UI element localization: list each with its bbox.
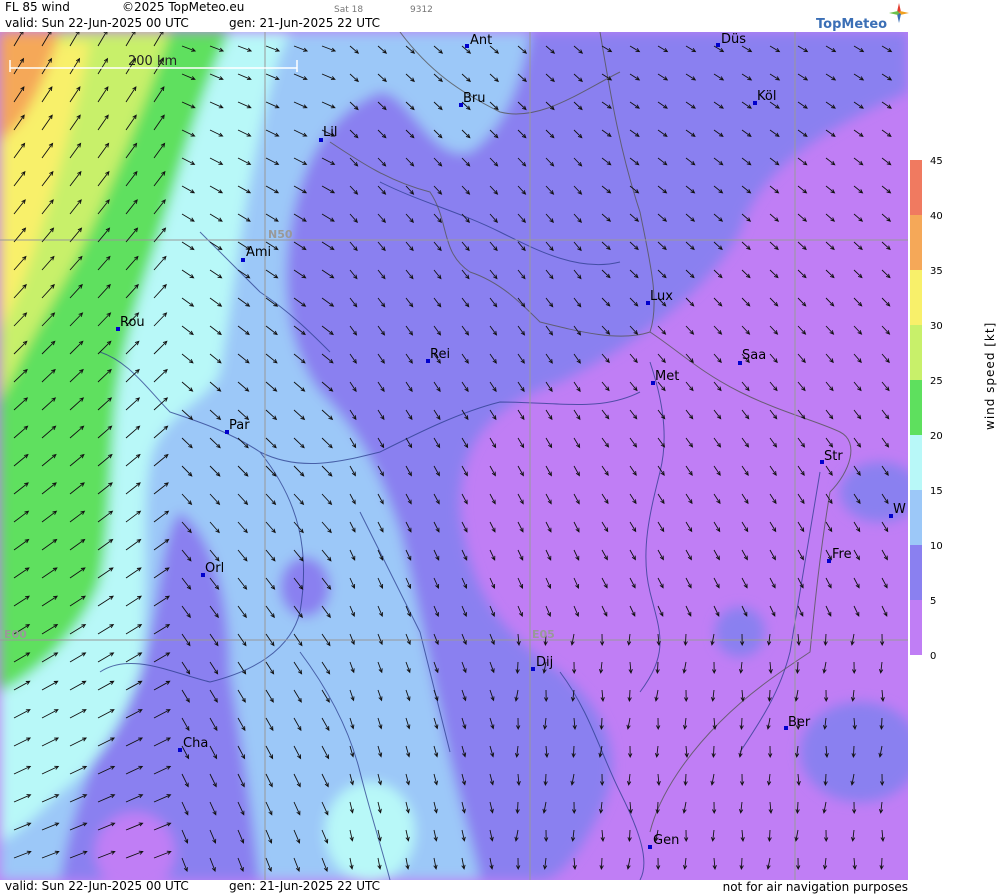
wind-speed-legend: 45 40 35 30 25 20 15 10 5 0 [910, 156, 943, 662]
legend-swatch [910, 545, 922, 600]
svg-text:Lil: Lil [323, 125, 337, 140]
legend-tick-label: 20 [930, 431, 943, 442]
zone-purple-jura [715, 607, 765, 657]
legend-swatch [910, 490, 922, 545]
brand-name: TopMeteo [816, 17, 888, 32]
legend-tick-label: 15 [930, 486, 943, 497]
svg-text:Dij: Dij [536, 655, 553, 670]
legend-tick-label: 10 [930, 541, 943, 552]
wind-field-svg: 200 km N50 E00 E05 Ant Düs Bru Köl Lil A… [0, 32, 908, 880]
map-title: FL 85 wind [5, 0, 70, 14]
zone-cyan-south [325, 782, 415, 880]
city-str[interactable]: Str [820, 449, 843, 464]
city-lux[interactable]: Lux [646, 289, 673, 305]
svg-text:Cha: Cha [183, 736, 208, 751]
svg-text:Orl: Orl [205, 561, 224, 576]
city-dus[interactable]: Düs [716, 32, 746, 47]
city-ami[interactable]: Ami [241, 245, 271, 262]
legend-tick-label: 5 [930, 596, 936, 607]
city-ber[interactable]: Ber [784, 715, 811, 730]
city-gen[interactable]: Gen [648, 833, 679, 849]
city-par[interactable]: Par [225, 418, 250, 434]
svg-text:Met: Met [655, 369, 679, 384]
lon-label-e05: E05 [532, 628, 555, 641]
legend-swatch [910, 600, 922, 655]
svg-text:Gen: Gen [653, 833, 679, 848]
zone-purple-loire [280, 557, 330, 617]
generated-time: gen: 21-Jun-2025 22 UTC [229, 16, 381, 30]
legend-title: wind speed [kt] [983, 321, 997, 430]
svg-text:Rou: Rou [120, 315, 145, 330]
svg-text:Saa: Saa [742, 348, 766, 363]
svg-text:Lux: Lux [650, 289, 673, 304]
disclaimer: not for air navigation purposes [722, 880, 908, 894]
svg-text:Rei: Rei [430, 347, 450, 362]
legend-tick-label: 25 [930, 376, 943, 387]
svg-text:Par: Par [229, 418, 250, 433]
svg-text:Str: Str [824, 449, 843, 464]
legend-swatch [910, 215, 922, 270]
scale-bar-label: 200 km [128, 54, 177, 69]
footer-valid-time: valid: Sun 22-Jun-2025 00 UTC [5, 879, 189, 893]
svg-text:Ami: Ami [246, 245, 271, 260]
city-rei[interactable]: Rei [426, 347, 450, 363]
city-saa[interactable]: Saa [738, 348, 766, 365]
city-orl[interactable]: Orl [201, 561, 224, 577]
footer-generated-time: gen: 21-Jun-2025 22 UTC [229, 879, 381, 893]
city-rou[interactable]: Rou [116, 315, 145, 331]
svg-text:Ber: Ber [788, 715, 811, 730]
satellite-label: Sat 18 [334, 5, 364, 15]
city-met[interactable]: Met [651, 369, 679, 385]
city-ant[interactable]: Ant [465, 33, 492, 48]
legend-swatch [910, 435, 922, 490]
svg-text:Ant: Ant [470, 33, 492, 48]
lon-label-e00: E00 [4, 628, 27, 641]
svg-text:Fre: Fre [832, 547, 852, 562]
city-bru[interactable]: Bru [459, 91, 486, 107]
svg-text:Köl: Köl [757, 89, 776, 104]
legend-tick-label: 40 [930, 211, 943, 222]
city-kol[interactable]: Köl [753, 89, 776, 105]
legend-tick-label: 30 [930, 321, 943, 332]
valid-time: valid: Sun 22-Jun-2025 00 UTC [5, 16, 189, 30]
legend-swatch [910, 270, 922, 325]
svg-text:Bru: Bru [463, 91, 486, 106]
svg-text:Düs: Düs [721, 32, 746, 47]
legend-swatch [910, 160, 922, 215]
compass-logo-icon [889, 3, 909, 23]
code-label: 9312 [410, 5, 433, 15]
legend-tick-label: 35 [930, 266, 943, 277]
legend-swatch [910, 380, 922, 435]
legend-tick-label: 0 [930, 651, 936, 662]
city-cha[interactable]: Cha [178, 736, 208, 752]
copyright: ©2025 TopMeteo.eu [122, 0, 245, 14]
lat-label-n50: N50 [268, 228, 293, 241]
legend-tick-label: 45 [930, 156, 943, 167]
wind-map[interactable]: 200 km N50 E00 E05 Ant Düs Bru Köl Lil A… [0, 32, 908, 880]
legend-swatch [910, 325, 922, 380]
